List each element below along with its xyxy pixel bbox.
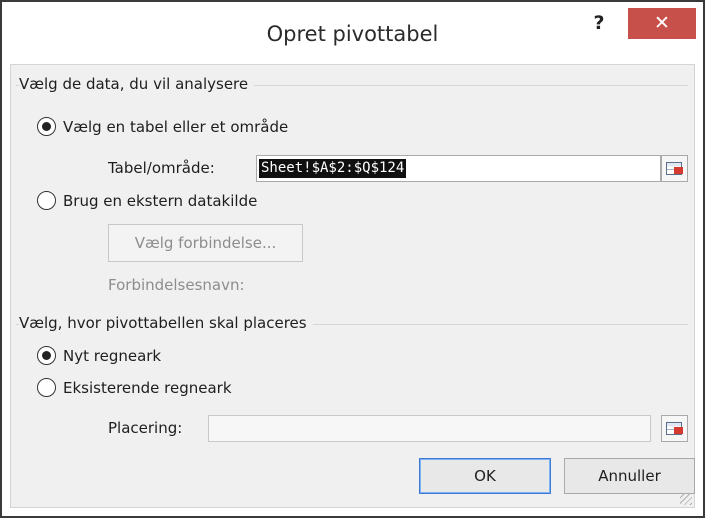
ok-button[interactable]: OK <box>419 458 551 494</box>
radio-button-icon[interactable] <box>37 378 56 397</box>
range-value: Sheet!$A$2:$Q$124 <box>259 159 407 178</box>
radio-table-range[interactable]: Vælg en tabel eller et område <box>37 117 288 136</box>
range-label: Tabel/område: <box>108 159 215 177</box>
radio-existing-worksheet[interactable]: Eksisterende regneark <box>37 378 232 397</box>
connection-name-label: Forbindelsesnavn: <box>108 276 245 294</box>
data-group-label: Vælg de data, du vil analysere <box>19 75 255 93</box>
resize-grip-icon[interactable] <box>680 493 692 505</box>
location-label: Placering: <box>108 419 183 437</box>
range-input[interactable]: Sheet!$A$2:$Q$124 <box>256 155 661 182</box>
radio-external-source[interactable]: Brug en ekstern datakilde <box>37 191 257 210</box>
radio-external-source-label: Brug en ekstern datakilde <box>63 191 258 210</box>
radio-table-range-label: Vælg en tabel eller et område <box>63 117 289 136</box>
title-bar[interactable]: Opret pivottabel ? ✕ <box>2 2 703 64</box>
radio-new-worksheet-label: Nyt regneark <box>63 346 162 365</box>
collapse-arrow-icon <box>674 427 683 434</box>
radio-existing-worksheet-label: Eksisterende regneark <box>63 378 232 397</box>
location-picker-button[interactable] <box>661 415 688 442</box>
location-input[interactable] <box>208 415 651 442</box>
create-pivottable-dialog: Opret pivottabel ? ✕ Vælg de data, du vi… <box>0 0 705 518</box>
radio-button-icon[interactable] <box>37 117 56 136</box>
cancel-button[interactable]: Annuller <box>564 458 695 494</box>
radio-button-icon[interactable] <box>37 191 56 210</box>
close-button[interactable]: ✕ <box>628 8 696 39</box>
choose-connection-button[interactable]: Vælg forbindelse... <box>108 224 303 262</box>
help-button[interactable]: ? <box>582 10 616 36</box>
placement-group-label: Vælg, hvor pivottabellen skal placeres <box>19 314 313 332</box>
radio-new-worksheet[interactable]: Nyt regneark <box>37 346 161 365</box>
dialog-content: Vælg de data, du vil analysere Vælg en t… <box>10 64 695 508</box>
range-picker-button[interactable] <box>661 155 688 182</box>
radio-button-icon[interactable] <box>37 346 56 365</box>
collapse-arrow-icon <box>674 167 683 174</box>
